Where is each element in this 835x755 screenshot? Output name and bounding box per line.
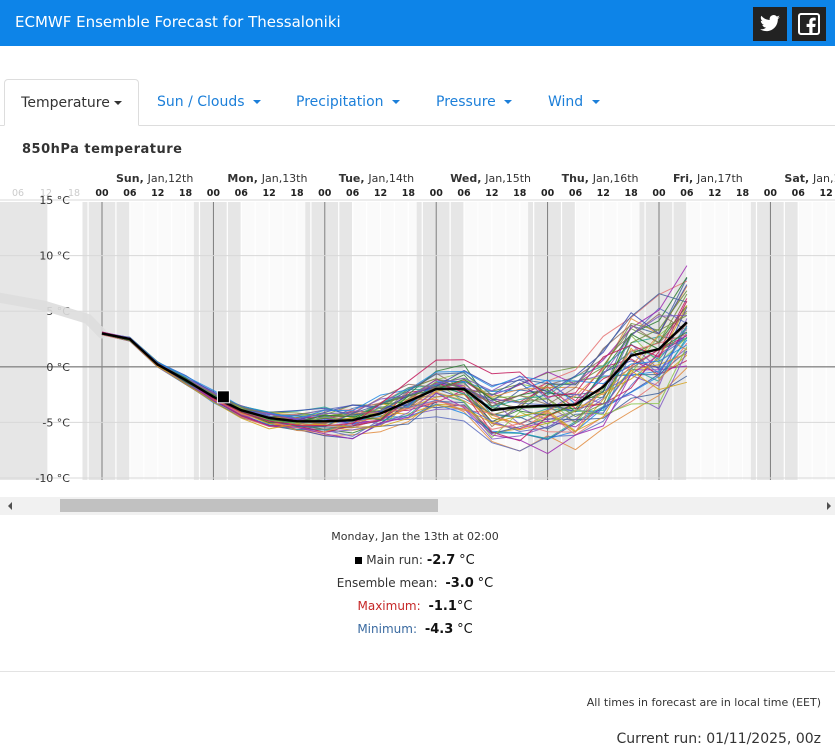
hour-tick-label: 12 — [485, 188, 498, 199]
hour-tick-label: 12 — [708, 188, 721, 199]
temperature-chart[interactable]: Sun, Jan,12th 00 06 12 18 Mon, Jan,13th 00 06 12… — [0, 168, 835, 495]
timezone-note: All times in forecast are in local time … — [586, 696, 821, 709]
night-band — [0, 202, 48, 480]
y-tick-label: 15 °C — [39, 194, 70, 207]
hour-tick-label: 00 — [541, 188, 555, 199]
day-label: Sat, Jan,18th — [784, 172, 835, 185]
tab-pressure[interactable]: Pressure — [436, 79, 513, 125]
y-tick-label: 10 °C — [39, 250, 70, 263]
chart-tooltip: Monday, Jan the 13th at 02:00 Main run: -… — [270, 530, 560, 641]
day-label: Wed, Jan,15th — [450, 172, 531, 185]
day-label: Sun, Jan,12th — [116, 172, 193, 185]
hour-tick-label: 18 — [736, 188, 750, 199]
hour-tick-label: 06 — [235, 188, 249, 199]
hour-tick-label: 06 — [123, 188, 137, 199]
y-tick-label: -10 °C — [35, 472, 70, 485]
tooltip-main-run: Main run: -2.7 °C — [270, 549, 560, 572]
scroll-left-icon[interactable] — [8, 502, 12, 510]
night-band — [82, 202, 130, 480]
hour-tick-label: 12 — [819, 188, 832, 199]
tab-precipitation[interactable]: Precipitation — [296, 79, 400, 125]
current-run: Current run: 01/11/2025, 00z — [616, 731, 821, 747]
chevron-down-icon — [591, 100, 600, 104]
hour-tick-label: 18 — [402, 188, 416, 199]
hour-tick-label: 00 — [430, 188, 444, 199]
hour-tick-label: 06 — [569, 188, 583, 199]
scroll-right-icon[interactable] — [827, 502, 831, 510]
chevron-down-icon — [504, 100, 513, 104]
y-tick-label: -5 °C — [42, 416, 70, 429]
hour-tick-label: 06 — [792, 188, 806, 199]
hour-tick-label: 00 — [652, 188, 666, 199]
tooltip-maximum: Maximum: -1.1°C — [357, 599, 473, 614]
tab-temperature[interactable]: Temperature — [4, 79, 139, 126]
tab-sun-clouds[interactable]: Sun / Clouds — [157, 79, 261, 125]
hour-tick-label: 00 — [764, 188, 778, 199]
y-tick-label: 0 °C — [46, 361, 70, 374]
hour-tick-label: 18 — [290, 188, 304, 199]
hour-tick-label: 00 — [95, 188, 109, 199]
hour-tick-label: 06 — [457, 188, 471, 199]
hour-tick-label: 06 — [680, 188, 694, 199]
chevron-down-icon — [391, 100, 400, 104]
twitter-button[interactable] — [753, 7, 787, 41]
hour-tick-label-faded: 06 — [12, 188, 24, 199]
hour-tick-label: 12 — [262, 188, 275, 199]
chart-scrollbar[interactable] — [0, 497, 835, 515]
hour-tick-label: 06 — [346, 188, 360, 199]
header-bar: ECMWF Ensemble Forecast for Thessaloniki — [0, 0, 835, 46]
scrollbar-thumb[interactable] — [60, 499, 438, 512]
hour-tick-label: 18 — [179, 188, 193, 199]
chart-title: 850hPa temperature — [22, 142, 183, 157]
day-label: Tue, Jan,14th — [339, 172, 414, 185]
tab-wind[interactable]: Wind — [548, 79, 600, 125]
day-label: Fri, Jan,17th — [673, 172, 743, 185]
day-label: Mon, Jan,13th — [227, 172, 307, 185]
divider — [0, 671, 835, 672]
hour-tick-label: 12 — [151, 188, 164, 199]
forecast-tabs: Temperature Sun / Clouds Precipitation P… — [0, 79, 835, 126]
day-label: Thu, Jan,16th — [562, 172, 639, 185]
night-band — [750, 202, 799, 480]
chevron-down-icon — [113, 101, 122, 105]
hour-tick-label: 00 — [318, 188, 332, 199]
hour-tick-label: 00 — [207, 188, 221, 199]
twitter-icon — [760, 15, 780, 32]
facebook-icon — [798, 13, 820, 35]
tooltip-ensemble-mean: Ensemble mean: -3.0 °C — [336, 576, 494, 591]
chevron-down-icon — [253, 100, 261, 104]
hour-tick-label: 18 — [513, 188, 527, 199]
hour-tick-label: 18 — [625, 188, 639, 199]
hour-tick-label: 12 — [374, 188, 387, 199]
night-band — [416, 202, 465, 480]
main-run-marker-icon — [355, 557, 363, 564]
page-title: ECMWF Ensemble Forecast for Thessaloniki — [15, 13, 341, 31]
main-run-marker — [216, 390, 230, 404]
facebook-button[interactable] — [792, 7, 826, 41]
hour-tick-label: 12 — [597, 188, 610, 199]
tooltip-date: Monday, Jan the 13th at 02:00 — [331, 530, 499, 543]
tooltip-minimum: Minimum: -4.3 °C — [357, 622, 473, 637]
night-band — [193, 202, 242, 480]
